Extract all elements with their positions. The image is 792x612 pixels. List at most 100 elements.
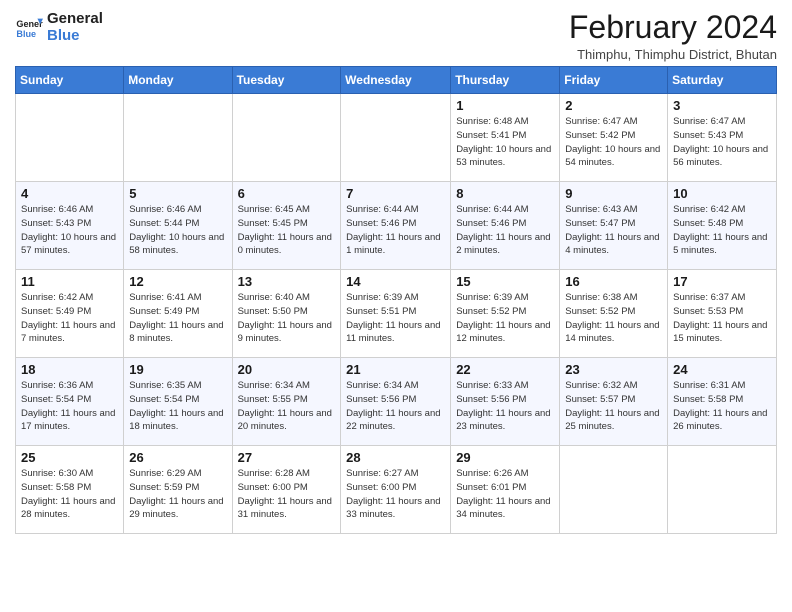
calendar-cell: 15 Sunrise: 6:39 AM Sunset: 5:52 PM Dayli…: [451, 270, 560, 358]
calendar-cell: 22Sunrise: 6:33 AM Sunset: 5:56 PM Dayli…: [451, 358, 560, 446]
day-number: 6: [238, 186, 336, 201]
day-info: Sunrise: 6:44 AM Sunset: 5:46 PM Dayligh…: [456, 203, 554, 258]
day-number: 8: [456, 186, 554, 201]
calendar-cell: 11Sunrise: 6:42 AM Sunset: 5:49 PM Dayli…: [16, 270, 124, 358]
calendar-cell: 21 Sunrise: 6:34 AM Sunset: 5:56 PM Dayli…: [341, 358, 451, 446]
calendar-cell: 28Sunrise: 6:27 AM Sunset: 6:00 PM Dayli…: [341, 446, 451, 534]
day-info: Sunrise: 6:46 AM Sunset: 5:43 PM Dayligh…: [21, 203, 118, 258]
day-number: 26: [129, 450, 226, 465]
weekday-header-thursday: Thursday: [451, 67, 560, 94]
calendar-cell: [16, 94, 124, 182]
weekday-header-wednesday: Wednesday: [341, 67, 451, 94]
day-number: 7: [346, 186, 445, 201]
day-number: 23: [565, 362, 662, 377]
day-info: Sunrise: 6:48 AM Sunset: 5:41 PM Dayligh…: [456, 115, 554, 170]
calendar-cell: 5 Sunrise: 6:46 AM Sunset: 5:44 PM Daylig…: [124, 182, 232, 270]
weekday-header-saturday: Saturday: [668, 67, 777, 94]
logo-general: General: [47, 10, 103, 27]
day-number: 27: [238, 450, 336, 465]
day-info: Sunrise: 6:33 AM Sunset: 5:56 PM Dayligh…: [456, 379, 554, 434]
day-number: 24: [673, 362, 771, 377]
calendar-cell: 24 Sunrise: 6:31 AM Sunset: 5:58 PM Dayli…: [668, 358, 777, 446]
day-info: Sunrise: 6:45 AM Sunset: 5:45 PM Dayligh…: [238, 203, 336, 258]
day-info: Sunrise: 6:44 AM Sunset: 5:46 PM Dayligh…: [346, 203, 445, 258]
day-info: Sunrise: 6:32 AM Sunset: 5:57 PM Dayligh…: [565, 379, 662, 434]
logo-blue: Blue: [47, 27, 103, 44]
weekday-header-friday: Friday: [560, 67, 668, 94]
calendar-week-row: 18 Sunrise: 6:36 AM Sunset: 5:54 PM Dayli…: [16, 358, 777, 446]
day-info: Sunrise: 6:41 AM Sunset: 5:49 PM Dayligh…: [129, 291, 226, 346]
weekday-header-row: SundayMondayTuesdayWednesdayThursdayFrid…: [16, 67, 777, 94]
weekday-header-sunday: Sunday: [16, 67, 124, 94]
location-subtitle: Thimphu, Thimphu District, Bhutan: [569, 47, 777, 62]
calendar-cell: 10 Sunrise: 6:42 AM Sunset: 5:48 PM Dayli…: [668, 182, 777, 270]
page: General Blue General Blue February 2024 …: [0, 0, 792, 612]
day-info: Sunrise: 6:43 AM Sunset: 5:47 PM Dayligh…: [565, 203, 662, 258]
day-info: Sunrise: 6:34 AM Sunset: 5:55 PM Dayligh…: [238, 379, 336, 434]
calendar-cell: 2Sunrise: 6:47 AM Sunset: 5:42 PM Daylig…: [560, 94, 668, 182]
day-number: 12: [129, 274, 226, 289]
day-info: Sunrise: 6:28 AM Sunset: 6:00 PM Dayligh…: [238, 467, 336, 522]
day-number: 29: [456, 450, 554, 465]
weekday-header-tuesday: Tuesday: [232, 67, 341, 94]
month-year-title: February 2024: [569, 10, 777, 45]
calendar-cell: [341, 94, 451, 182]
calendar-cell: 27 Sunrise: 6:28 AM Sunset: 6:00 PM Dayli…: [232, 446, 341, 534]
day-number: 17: [673, 274, 771, 289]
day-number: 18: [21, 362, 118, 377]
calendar-cell: 25 Sunrise: 6:30 AM Sunset: 5:58 PM Dayli…: [16, 446, 124, 534]
calendar-cell: [124, 94, 232, 182]
day-info: Sunrise: 6:38 AM Sunset: 5:52 PM Dayligh…: [565, 291, 662, 346]
svg-text:Blue: Blue: [16, 29, 36, 39]
calendar-week-row: 1 Sunrise: 6:48 AM Sunset: 5:41 PM Daylig…: [16, 94, 777, 182]
day-number: 25: [21, 450, 118, 465]
calendar-cell: 4 Sunrise: 6:46 AM Sunset: 5:43 PM Daylig…: [16, 182, 124, 270]
day-info: Sunrise: 6:42 AM Sunset: 5:48 PM Dayligh…: [673, 203, 771, 258]
day-number: 15: [456, 274, 554, 289]
calendar-cell: 13 Sunrise: 6:40 AM Sunset: 5:50 PM Dayli…: [232, 270, 341, 358]
calendar-cell: 8 Sunrise: 6:44 AM Sunset: 5:46 PM Daylig…: [451, 182, 560, 270]
day-number: 19: [129, 362, 226, 377]
logo: General Blue General Blue: [15, 10, 103, 45]
day-number: 1: [456, 98, 554, 113]
calendar-cell: 3Sunrise: 6:47 AM Sunset: 5:43 PM Daylig…: [668, 94, 777, 182]
calendar-cell: 23 Sunrise: 6:32 AM Sunset: 5:57 PM Dayli…: [560, 358, 668, 446]
calendar-table: SundayMondayTuesdayWednesdayThursdayFrid…: [15, 66, 777, 534]
day-info: Sunrise: 6:39 AM Sunset: 5:52 PM Dayligh…: [456, 291, 554, 346]
day-info: Sunrise: 6:47 AM Sunset: 5:42 PM Dayligh…: [565, 115, 662, 170]
day-info: Sunrise: 6:30 AM Sunset: 5:58 PM Dayligh…: [21, 467, 118, 522]
day-info: Sunrise: 6:35 AM Sunset: 5:54 PM Dayligh…: [129, 379, 226, 434]
calendar-cell: 9 Sunrise: 6:43 AM Sunset: 5:47 PM Daylig…: [560, 182, 668, 270]
day-number: 28: [346, 450, 445, 465]
logo-icon: General Blue: [15, 13, 43, 41]
day-info: Sunrise: 6:34 AM Sunset: 5:56 PM Dayligh…: [346, 379, 445, 434]
calendar-cell: 16Sunrise: 6:38 AM Sunset: 5:52 PM Dayli…: [560, 270, 668, 358]
day-info: Sunrise: 6:46 AM Sunset: 5:44 PM Dayligh…: [129, 203, 226, 258]
day-info: Sunrise: 6:26 AM Sunset: 6:01 PM Dayligh…: [456, 467, 554, 522]
day-number: 20: [238, 362, 336, 377]
day-info: Sunrise: 6:39 AM Sunset: 5:51 PM Dayligh…: [346, 291, 445, 346]
calendar-week-row: 25 Sunrise: 6:30 AM Sunset: 5:58 PM Dayli…: [16, 446, 777, 534]
calendar-cell: 12 Sunrise: 6:41 AM Sunset: 5:49 PM Dayli…: [124, 270, 232, 358]
calendar-cell: 29 Sunrise: 6:26 AM Sunset: 6:01 PM Dayli…: [451, 446, 560, 534]
day-number: 4: [21, 186, 118, 201]
day-number: 9: [565, 186, 662, 201]
calendar-cell: 19 Sunrise: 6:35 AM Sunset: 5:54 PM Dayli…: [124, 358, 232, 446]
calendar-cell: [232, 94, 341, 182]
day-number: 21: [346, 362, 445, 377]
calendar-cell: 20 Sunrise: 6:34 AM Sunset: 5:55 PM Dayli…: [232, 358, 341, 446]
day-info: Sunrise: 6:37 AM Sunset: 5:53 PM Dayligh…: [673, 291, 771, 346]
calendar-cell: 1 Sunrise: 6:48 AM Sunset: 5:41 PM Daylig…: [451, 94, 560, 182]
day-number: 13: [238, 274, 336, 289]
day-number: 10: [673, 186, 771, 201]
calendar-cell: 7 Sunrise: 6:44 AM Sunset: 5:46 PM Daylig…: [341, 182, 451, 270]
calendar-cell: 14Sunrise: 6:39 AM Sunset: 5:51 PM Dayli…: [341, 270, 451, 358]
day-number: 5: [129, 186, 226, 201]
day-info: Sunrise: 6:31 AM Sunset: 5:58 PM Dayligh…: [673, 379, 771, 434]
day-info: Sunrise: 6:36 AM Sunset: 5:54 PM Dayligh…: [21, 379, 118, 434]
calendar-cell: 6 Sunrise: 6:45 AM Sunset: 5:45 PM Daylig…: [232, 182, 341, 270]
calendar-week-row: 11Sunrise: 6:42 AM Sunset: 5:49 PM Dayli…: [16, 270, 777, 358]
calendar-cell: 18 Sunrise: 6:36 AM Sunset: 5:54 PM Dayli…: [16, 358, 124, 446]
day-info: Sunrise: 6:47 AM Sunset: 5:43 PM Dayligh…: [673, 115, 771, 170]
day-info: Sunrise: 6:40 AM Sunset: 5:50 PM Dayligh…: [238, 291, 336, 346]
